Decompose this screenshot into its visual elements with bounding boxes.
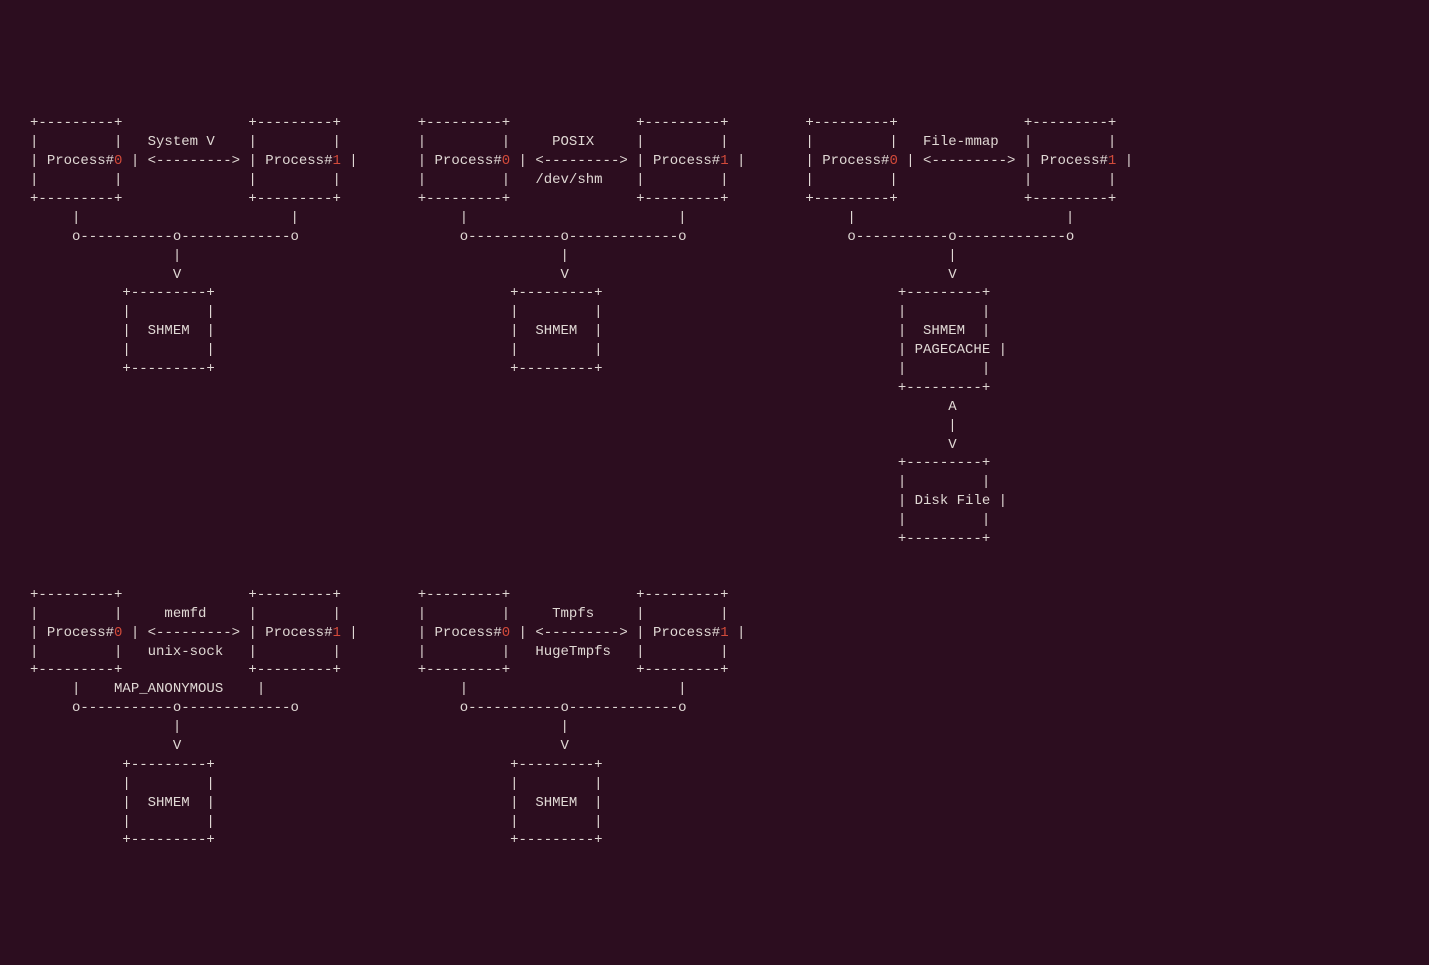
box-tmpfs: SHMEM <box>535 795 577 811</box>
label-posix1: POSIX <box>552 134 594 150</box>
label-tmpfs2: HugeTmpfs <box>535 644 611 660</box>
label-tmpfs1: Tmpfs <box>552 606 594 622</box>
box-filemmap2: PAGECACHE <box>915 342 991 358</box>
box-memfd: SHMEM <box>148 795 190 811</box>
box-filemmap3: Disk File <box>915 493 991 509</box>
label-systemv: System V <box>148 134 215 150</box>
label-posix2: /dev/shm <box>535 172 602 188</box>
diagram-tmpfs: +---------+ +---------+ | | Tmpfs | | | … <box>418 586 746 850</box>
diagram-memfd: +---------+ +---------+ | | memfd | | | … <box>30 586 358 850</box>
diagram-posix: +---------+ +---------+ | | POSIX | | | … <box>418 96 746 379</box>
label-filemmap: File-mmap <box>923 134 999 150</box>
label-memfd2: unix-sock <box>148 644 224 660</box>
box-posix: SHMEM <box>535 323 577 339</box>
diagram-filemmap: +---------+ +---------+ | | File-mmap | … <box>805 96 1133 549</box>
box-filemmap1: SHMEM <box>923 323 965 339</box>
label-memfd3: MAP_ANONYMOUS <box>114 681 223 697</box>
diagram-systemv: +---------+ +---------+ | | System V | |… <box>30 96 358 379</box>
box-systemv: SHMEM <box>148 323 190 339</box>
label-memfd1: memfd <box>164 606 206 622</box>
